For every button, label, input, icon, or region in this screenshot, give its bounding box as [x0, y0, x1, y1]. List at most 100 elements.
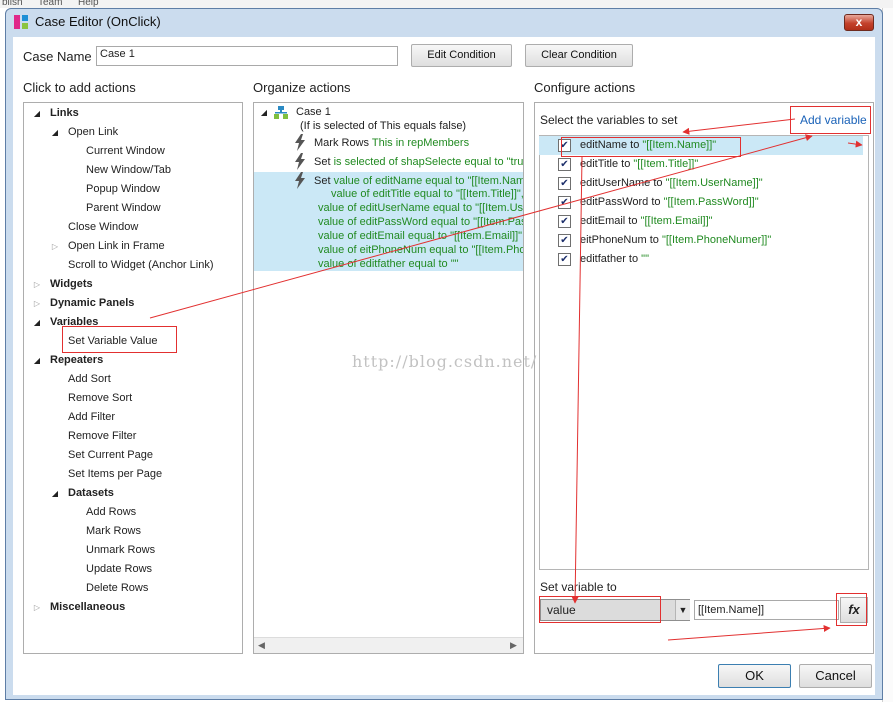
organize-hscrollbar[interactable]: ◀ ▶ — [254, 637, 523, 653]
fx-button[interactable]: fx — [840, 597, 868, 623]
action-bolt-icon — [295, 134, 305, 151]
tree-item[interactable]: Dynamic Panels — [50, 294, 134, 313]
action-bolt-icon — [295, 172, 305, 189]
variable-row[interactable]: ✔ editTitle to "[[Item.Title]]" — [539, 155, 863, 174]
variable-name: eitPhoneNum — [580, 234, 647, 246]
bg-menu-item: Help — [78, 0, 99, 8]
variable-name: editUserName — [580, 177, 651, 189]
tree-item[interactable]: Add Filter — [68, 408, 115, 427]
variable-name: editName — [580, 139, 628, 151]
tree-item[interactable]: Remove Filter — [68, 427, 136, 446]
expanded-triangle-icon[interactable]: ◢ — [50, 489, 60, 498]
collapsed-triangle-icon[interactable]: ▷ — [32, 299, 42, 308]
variable-text: editUserName to "[[Item.UserName]]" — [580, 177, 763, 189]
variable-row[interactable]: ✔ editPassWord to "[[Item.PassWord]]" — [539, 193, 863, 212]
tree-item[interactable]: Repeaters — [50, 351, 103, 370]
expanded-triangle-icon[interactable]: ◢ — [32, 356, 42, 365]
tree-item[interactable]: Remove Sort — [68, 389, 132, 408]
variable-value: "[[Item.Name]]" — [642, 139, 717, 151]
value-input[interactable]: [[Item.Name]] — [694, 600, 839, 620]
tree-item[interactable]: Miscellaneous — [50, 598, 125, 617]
action-row[interactable]: Set is selected of shapSelecte equal to … — [314, 153, 524, 172]
close-icon: x — [855, 15, 863, 29]
bg-menu-item: blish — [2, 0, 23, 8]
tree-item[interactable]: Open Link in Frame — [68, 237, 165, 256]
expanded-triangle-icon[interactable]: ◢ — [32, 109, 42, 118]
variable-value: "[[Item.Email]]" — [640, 215, 713, 227]
axure-app-icon — [14, 15, 28, 29]
expanded-triangle-icon[interactable]: ◢ — [32, 318, 42, 327]
tree-item[interactable]: Close Window — [68, 218, 138, 237]
variable-name: editfather — [580, 253, 626, 265]
ok-button[interactable]: OK — [718, 664, 791, 688]
tree-item[interactable]: Links — [50, 104, 79, 123]
tree-item[interactable]: Add Rows — [86, 503, 136, 522]
variable-checkbox[interactable]: ✔ — [558, 253, 571, 266]
edit-condition-button[interactable]: Edit Condition — [411, 44, 512, 67]
variable-checkbox[interactable]: ✔ — [558, 215, 571, 228]
variable-checkbox[interactable]: ✔ — [558, 177, 571, 190]
cancel-button[interactable]: Cancel — [799, 664, 872, 688]
set-action-line: value of editEmail equal to "[[Item.Emai… — [318, 230, 524, 242]
tree-item[interactable]: Delete Rows — [86, 579, 148, 598]
tree-item[interactable]: Widgets — [50, 275, 93, 294]
set-action-line: value of editfather equal to "" — [318, 258, 459, 270]
tree-item[interactable]: Variables — [50, 313, 98, 332]
value-type-selected: value — [547, 603, 576, 617]
variable-row[interactable]: ✔ editfather to "" — [539, 250, 863, 269]
set-action-line: value of eitPhoneNum equal to "[[Item.Ph… — [318, 244, 523, 256]
action-detail: is selected of shapSelecte equal to "tru… — [333, 156, 524, 168]
window-titlebar[interactable]: Case Editor (OnClick) x — [6, 9, 882, 35]
tree-item[interactable]: Datasets — [68, 484, 114, 503]
configure-header: Configure actions — [534, 80, 636, 95]
tree-item[interactable]: Set Variable Value — [68, 332, 157, 351]
tree-item[interactable]: Update Rows — [86, 560, 152, 579]
variable-checkbox[interactable]: ✔ — [558, 158, 571, 171]
tree-item[interactable]: Unmark Rows — [86, 541, 155, 560]
variable-name: editTitle — [580, 158, 619, 170]
bg-menu-item: Team — [38, 0, 63, 8]
action-verb: Mark Rows — [314, 137, 370, 149]
tree-item[interactable]: Add Sort — [68, 370, 111, 389]
tree-item[interactable]: Popup Window — [86, 180, 160, 199]
tree-item[interactable]: New Window/Tab — [86, 161, 171, 180]
window-close-button[interactable]: x — [844, 14, 874, 31]
tree-item[interactable]: Scroll to Widget (Anchor Link) — [68, 256, 214, 275]
organize-header: Organize actions — [253, 80, 351, 95]
add-variable-link[interactable]: Add variable — [800, 113, 867, 127]
case-expander-icon[interactable]: ◢ — [259, 108, 269, 117]
action-row[interactable]: Mark Rows This in repMembers — [314, 134, 469, 153]
tree-item[interactable]: Parent Window — [86, 199, 161, 218]
chevron-down-icon[interactable]: ▼ — [675, 600, 690, 620]
click-to-add-header: Click to add actions — [23, 80, 136, 95]
variable-checkbox[interactable]: ✔ — [558, 196, 571, 209]
variable-checkbox[interactable]: ✔ — [558, 139, 571, 152]
variable-value: "[[Item.PassWord]]" — [663, 196, 759, 208]
clear-condition-button[interactable]: Clear Condition — [525, 44, 633, 67]
variable-value: "[[Item.UserName]]" — [665, 177, 763, 189]
variable-checkbox[interactable]: ✔ — [558, 234, 571, 247]
case-name-input[interactable]: Case 1 — [96, 46, 398, 66]
expanded-triangle-icon[interactable]: ◢ — [50, 128, 60, 137]
variable-text: eitPhoneNum to "[[Item.PhoneNumer]]" — [580, 234, 772, 246]
action-verb: Set — [314, 156, 331, 168]
variable-row[interactable]: ✔ editUserName to "[[Item.UserName]]" — [539, 174, 863, 193]
action-bolt-icon — [295, 153, 305, 170]
tree-item[interactable]: Current Window — [86, 142, 165, 161]
tree-item[interactable]: Set Current Page — [68, 446, 153, 465]
variable-row[interactable]: ✔ editName to "[[Item.Name]]" — [539, 136, 863, 155]
organize-actions-panel: ◢ Case 1 (If is selected of This equals … — [253, 102, 524, 654]
collapsed-triangle-icon[interactable]: ▷ — [32, 280, 42, 289]
variable-row[interactable]: ✔ eitPhoneNum to "[[Item.PhoneNumer]]" — [539, 231, 863, 250]
scroll-left-icon[interactable]: ◀ — [258, 640, 265, 651]
action-verb: Set — [314, 175, 331, 187]
tree-item[interactable]: Mark Rows — [86, 522, 141, 541]
configure-actions-panel: Select the variables to set Add variable… — [534, 102, 874, 654]
tree-item[interactable]: Set Items per Page — [68, 465, 162, 484]
scroll-right-icon[interactable]: ▶ — [510, 640, 517, 651]
variable-row[interactable]: ✔ editEmail to "[[Item.Email]]" — [539, 212, 863, 231]
tree-item[interactable]: Open Link — [68, 123, 118, 142]
value-type-select[interactable]: value ▼ — [540, 599, 690, 621]
collapsed-triangle-icon[interactable]: ▷ — [50, 242, 60, 251]
collapsed-triangle-icon[interactable]: ▷ — [32, 603, 42, 612]
